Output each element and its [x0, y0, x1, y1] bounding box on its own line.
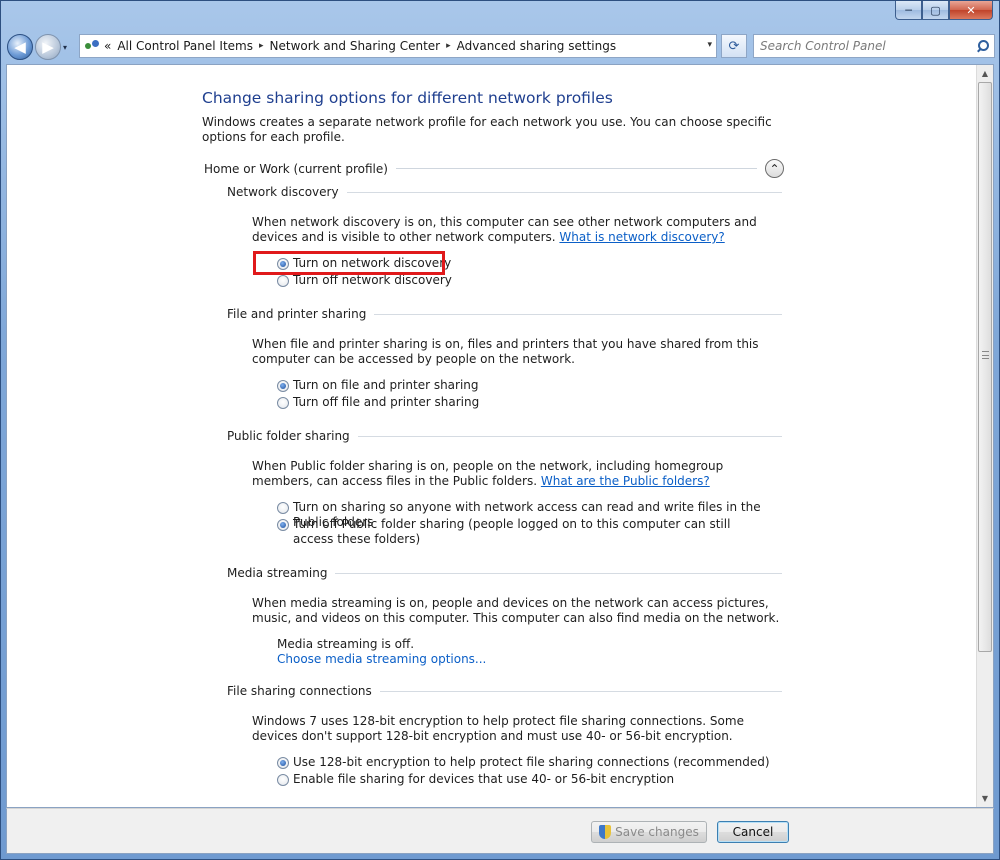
section-media-streaming: Media streaming: [227, 566, 782, 580]
radio-label[interactable]: Turn off network discovery: [293, 273, 452, 288]
maximize-icon: ▢: [930, 3, 941, 17]
section-network-discovery: Network discovery: [227, 185, 782, 199]
scroll-down-icon[interactable]: ▼: [977, 790, 993, 807]
media-streaming-status: Media streaming is off.: [277, 637, 415, 651]
section-file-and-printer-sharing: File and printer sharing: [227, 307, 782, 321]
section-title: Media streaming: [227, 566, 328, 580]
page-title: Change sharing options for different net…: [202, 89, 613, 107]
radio-button[interactable]: [277, 275, 289, 287]
radio-enable-40-56-bit-encryption[interactable]: Enable file sharing for devices that use…: [277, 772, 674, 787]
media-streaming-description: When media streaming is on, people and d…: [252, 596, 780, 625]
collapse-profile-button[interactable]: ⌃: [765, 159, 784, 178]
what-are-public-folders-link[interactable]: What are the Public folders?: [541, 474, 710, 488]
link-text[interactable]: Choose media streaming options...: [277, 652, 486, 666]
radio-button[interactable]: [277, 502, 289, 514]
maximize-button[interactable]: ▢: [922, 1, 949, 20]
radio-turn-off-network-discovery[interactable]: Turn off network discovery: [277, 273, 452, 288]
radio-label[interactable]: Turn on file and printer sharing: [293, 378, 479, 393]
caption-buttons: ─ ▢ ✕: [895, 1, 993, 21]
divider: [374, 313, 782, 315]
scroll-up-icon[interactable]: ▲: [977, 65, 993, 82]
divider: [379, 690, 782, 692]
file-printer-description: When file and printer sharing is on, fil…: [252, 337, 759, 366]
radio-turn-off-public-sharing[interactable]: Turn off Public folder sharing (people l…: [277, 517, 767, 547]
breadcrumb-advanced-sharing-settings[interactable]: Advanced sharing settings: [457, 39, 616, 53]
network-icon: [84, 39, 100, 53]
grip-icon: [982, 351, 989, 359]
minimize-icon: ─: [905, 3, 912, 17]
search-icon[interactable]: [975, 39, 989, 53]
radio-label[interactable]: Use 128-bit encryption to help protect f…: [293, 755, 770, 770]
cancel-label: Cancel: [732, 825, 774, 839]
breadcrumb-network-and-sharing-center[interactable]: Network and Sharing Center: [270, 39, 441, 53]
what-is-network-discovery-link[interactable]: What is network discovery?: [559, 230, 724, 244]
section-title: Public folder sharing: [227, 429, 350, 443]
breadcrumb-separator-icon[interactable]: ▸: [259, 41, 264, 51]
divider: [357, 435, 782, 437]
section-title: File sharing connections: [227, 684, 372, 698]
vertical-scrollbar[interactable]: ▲ ▼: [976, 65, 993, 807]
refresh-icon: ⟳: [728, 38, 740, 54]
search-input[interactable]: Search Control Panel: [753, 34, 995, 58]
section-public-folder-sharing: Public folder sharing: [227, 429, 782, 443]
radio-label[interactable]: Turn off Public folder sharing (people l…: [293, 517, 767, 547]
radio-button-selected[interactable]: [277, 757, 289, 769]
profile-label: Home or Work (current profile): [204, 161, 388, 176]
breadcrumb-overflow[interactable]: «: [104, 39, 111, 53]
back-button[interactable]: ◀: [7, 34, 33, 60]
section-title: Network discovery: [227, 185, 339, 199]
chevron-down-icon: ▾: [63, 42, 68, 52]
address-dropdown-icon[interactable]: ▾: [707, 40, 712, 50]
highlight-box: [253, 251, 445, 275]
address-bar[interactable]: « All Control Panel Items ▸ Network and …: [79, 34, 717, 58]
page-intro: Windows creates a separate network profi…: [202, 115, 772, 144]
divider: [335, 572, 782, 574]
section-title: File and printer sharing: [227, 307, 367, 321]
radio-turn-on-file-printer-sharing[interactable]: Turn on file and printer sharing: [277, 378, 479, 393]
save-label: Save changes: [615, 825, 699, 839]
recent-pages-dropdown[interactable]: ▾: [63, 43, 75, 52]
close-button[interactable]: ✕: [949, 1, 993, 20]
search-placeholder: Search Control Panel: [760, 39, 886, 53]
close-icon: ✕: [966, 3, 976, 17]
action-bar: Save changes Cancel: [6, 808, 994, 854]
network-discovery-description: When network discovery is on, this compu…: [252, 215, 782, 245]
radio-button[interactable]: [277, 397, 289, 409]
save-changes-button[interactable]: Save changes: [591, 821, 707, 843]
divider: [346, 191, 782, 193]
minimize-button[interactable]: ─: [895, 1, 922, 20]
chevron-up-icon: ⌃: [769, 161, 780, 176]
breadcrumb-separator-icon[interactable]: ▸: [446, 41, 451, 51]
radio-button-selected[interactable]: [277, 519, 289, 531]
public-folder-description: When Public folder sharing is on, people…: [252, 459, 782, 489]
cancel-button[interactable]: Cancel: [717, 821, 789, 843]
divider: [395, 168, 757, 169]
scrollbar-thumb[interactable]: [978, 82, 992, 652]
radio-label[interactable]: Turn off file and printer sharing: [293, 395, 479, 410]
uac-shield-icon: [599, 825, 612, 839]
file-sharing-connections-description: Windows 7 uses 128-bit encryption to hel…: [252, 714, 744, 743]
forward-arrow-icon: ▶: [42, 38, 54, 56]
forward-button[interactable]: ▶: [35, 34, 61, 60]
navigation-bar: ◀ ▶ ▾ « All Control Panel Items ▸ Networ…: [7, 33, 995, 61]
profile-header-home-or-work: Home or Work (current profile) ⌃: [204, 159, 784, 178]
radio-turn-off-file-printer-sharing[interactable]: Turn off file and printer sharing: [277, 395, 479, 410]
section-file-sharing-connections: File sharing connections: [227, 684, 782, 698]
choose-media-streaming-link[interactable]: Choose media streaming options...: [277, 652, 486, 667]
settings-content: Change sharing options for different net…: [6, 64, 994, 808]
radio-label[interactable]: Enable file sharing for devices that use…: [293, 772, 674, 787]
back-arrow-icon: ◀: [14, 38, 26, 56]
radio-button-selected[interactable]: [277, 380, 289, 392]
refresh-button[interactable]: ⟳: [721, 34, 747, 58]
breadcrumb-all-control-panel-items[interactable]: All Control Panel Items: [117, 39, 253, 53]
radio-button[interactable]: [277, 774, 289, 786]
radio-use-128-bit-encryption[interactable]: Use 128-bit encryption to help protect f…: [277, 755, 770, 770]
